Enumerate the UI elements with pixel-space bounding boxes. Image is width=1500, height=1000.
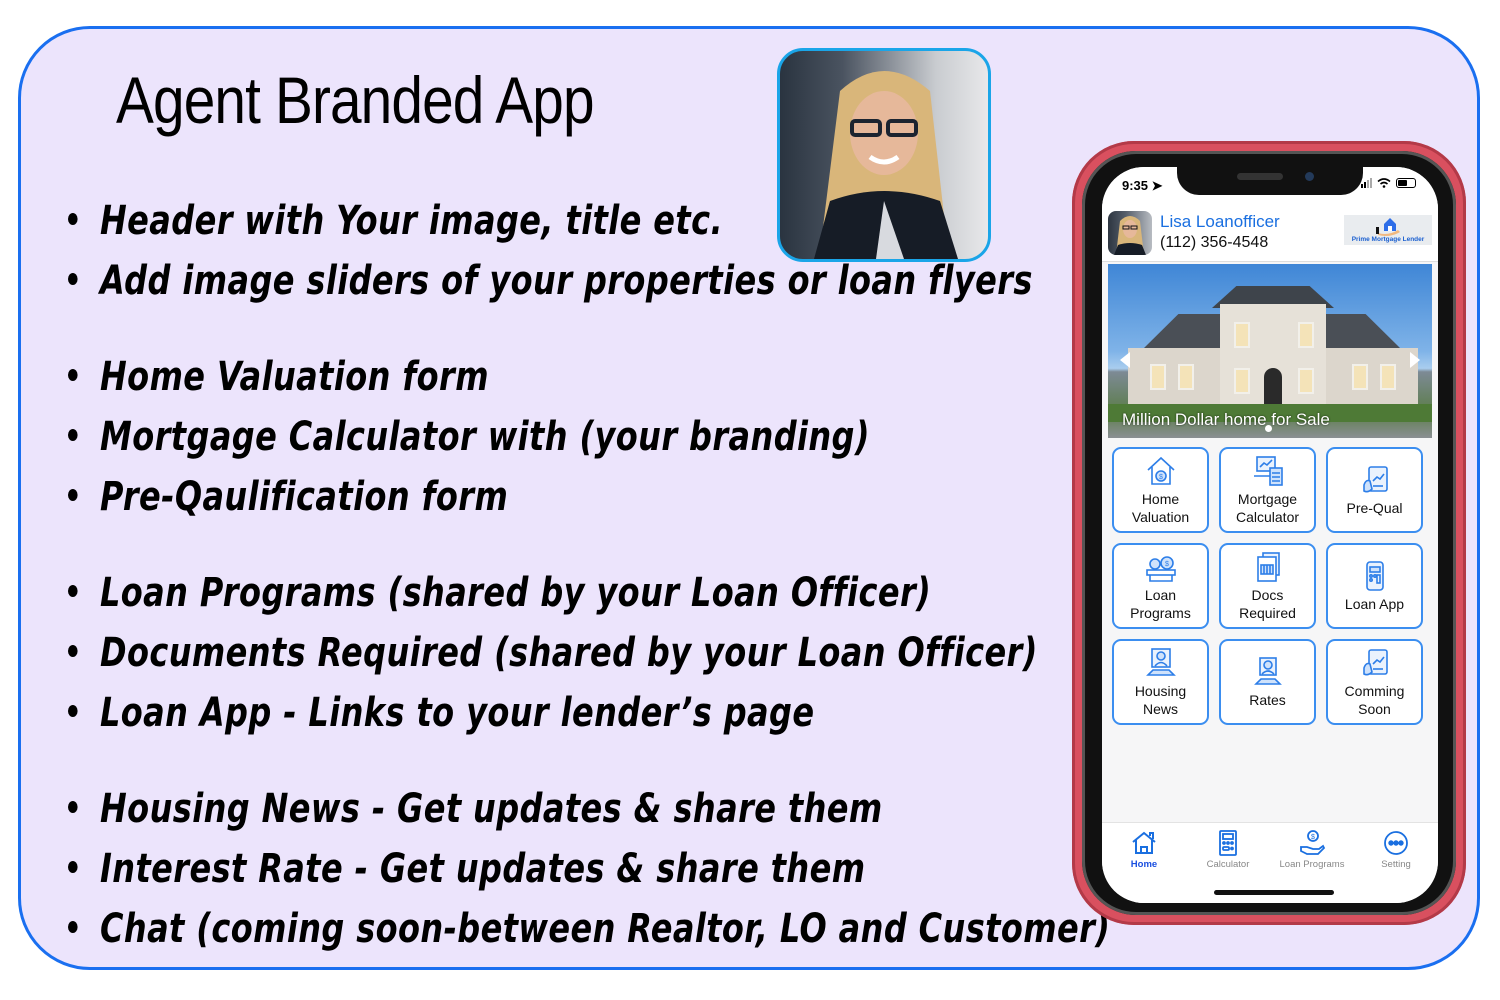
- bullet-dot: [68, 489, 78, 501]
- house-money-icon: $: [1146, 456, 1175, 485]
- app-header: Lisa Loanofficer (112) 356-4548 Prime Mo…: [1102, 201, 1438, 262]
- documents-icon: [1256, 552, 1280, 582]
- tile-loan-app[interactable]: Loan App: [1326, 543, 1423, 629]
- feature-item: Interest Rate - Get updates & share them: [68, 846, 865, 892]
- tile-docs-required[interactable]: Docs Required: [1219, 543, 1316, 629]
- battery-icon: [1396, 178, 1416, 188]
- tile-housing-news[interactable]: Housing News: [1112, 639, 1209, 725]
- feature-item: Mortgage Calculator with (your branding): [68, 414, 870, 460]
- phone-mockup: 9:35 ➤ Lisa Loanofficer (112) 356-4548 P…: [1072, 141, 1466, 925]
- tab-home[interactable]: Home: [1102, 829, 1186, 870]
- feature-item: Add image sliders of your properties or …: [68, 258, 1033, 304]
- calculator-icon: [1219, 830, 1237, 856]
- feature-grid: $ Home Valuation Mortgage Calculator Pre…: [1112, 447, 1428, 725]
- clipboard-chart-icon: [1362, 466, 1388, 493]
- agent-portrait-icon: [814, 71, 958, 259]
- svg-text:$: $: [1165, 561, 1169, 568]
- avatar-portrait-icon: [1114, 216, 1146, 255]
- bullet-dot: [68, 273, 78, 285]
- svg-text:$: $: [1159, 474, 1163, 481]
- svg-text:$: $: [1311, 834, 1315, 841]
- tab-loan-programs[interactable]: $ Loan Programs: [1270, 829, 1354, 870]
- home-icon: [1132, 831, 1156, 854]
- dollar-hand-icon: $: [1300, 830, 1326, 855]
- lender-logo-text: Prime Mortgage Lender: [1351, 236, 1425, 243]
- slider-prev-arrow-icon[interactable]: [1120, 352, 1130, 368]
- feature-item: Pre-Qaulification form: [68, 474, 508, 520]
- bullet-dot: [68, 369, 78, 381]
- phone-notch: [1177, 167, 1363, 195]
- loan-officer-name[interactable]: Lisa Loanofficer: [1160, 212, 1280, 232]
- wifi-icon: [1377, 178, 1391, 188]
- location-arrow-icon: ➤: [1151, 178, 1163, 193]
- tile-loan-programs[interactable]: $ Loan Programs: [1112, 543, 1209, 629]
- bullet-dot: [68, 921, 78, 933]
- calculator-laptop-icon: [1253, 456, 1283, 486]
- feature-item: Header with Your image, title etc.: [68, 198, 723, 244]
- rates-presenter-icon: [1253, 657, 1282, 685]
- bullet-dot: [68, 861, 78, 873]
- tile-rates[interactable]: Rates: [1219, 639, 1316, 725]
- bullet-dot: [68, 705, 78, 717]
- image-slider[interactable]: Million Dollar home for Sale: [1108, 264, 1432, 438]
- home-indicator[interactable]: [1214, 890, 1334, 895]
- bullet-dot: [68, 213, 78, 225]
- agent-portrait-photo: [777, 48, 991, 262]
- feature-item: Loan App - Links to your lender’s page: [68, 690, 814, 736]
- feature-item: Documents Required (shared by your Loan …: [68, 630, 1038, 676]
- tile-mortgage-calculator[interactable]: Mortgage Calculator: [1219, 447, 1316, 533]
- bullet-dot: [68, 585, 78, 597]
- status-time: 9:35 ➤: [1122, 178, 1163, 193]
- lender-logo: Prime Mortgage Lender: [1344, 215, 1432, 245]
- slider-page-indicator[interactable]: [1265, 425, 1272, 432]
- loan-officer-phone[interactable]: (112) 356-4548: [1160, 234, 1268, 252]
- feature-item: Chat (coming soon-between Realtor, LO an…: [68, 906, 1110, 952]
- bullet-dot: [68, 801, 78, 813]
- news-presenter-icon: [1145, 648, 1176, 676]
- slider-next-arrow-icon[interactable]: [1410, 352, 1420, 368]
- feature-item: Home Valuation form: [68, 354, 489, 400]
- tab-setting[interactable]: Setting: [1354, 829, 1438, 870]
- tile-home-valuation[interactable]: $ Home Valuation: [1112, 447, 1209, 533]
- tile-pre-qual[interactable]: Pre-Qual: [1326, 447, 1423, 533]
- feature-item: Housing News - Get updates & share them: [68, 786, 883, 832]
- feature-item: Loan Programs (shared by your Loan Offic…: [68, 570, 931, 616]
- tile-comming-soon[interactable]: Comming Soon: [1326, 639, 1423, 725]
- money-bags-icon: $: [1145, 556, 1176, 582]
- phone-screen: 9:35 ➤ Lisa Loanofficer (112) 356-4548 P…: [1102, 167, 1438, 903]
- signal-icon: [1361, 178, 1372, 188]
- clipboard-chart-icon: [1362, 649, 1388, 676]
- more-dots-icon: [1384, 831, 1408, 855]
- slide-title: Agent Branded App: [116, 63, 595, 137]
- avatar[interactable]: [1108, 211, 1152, 255]
- slider-caption: Million Dollar home for Sale: [1122, 410, 1330, 429]
- bullet-dot: [68, 429, 78, 441]
- bullet-dot: [68, 645, 78, 657]
- tab-calculator[interactable]: Calculator: [1186, 829, 1270, 870]
- tab-bar: Home Calculator $ Loan Programs Setting: [1102, 822, 1438, 903]
- house-hand-logo-icon: [1376, 218, 1400, 236]
- mobile-app-icon: [1365, 561, 1384, 591]
